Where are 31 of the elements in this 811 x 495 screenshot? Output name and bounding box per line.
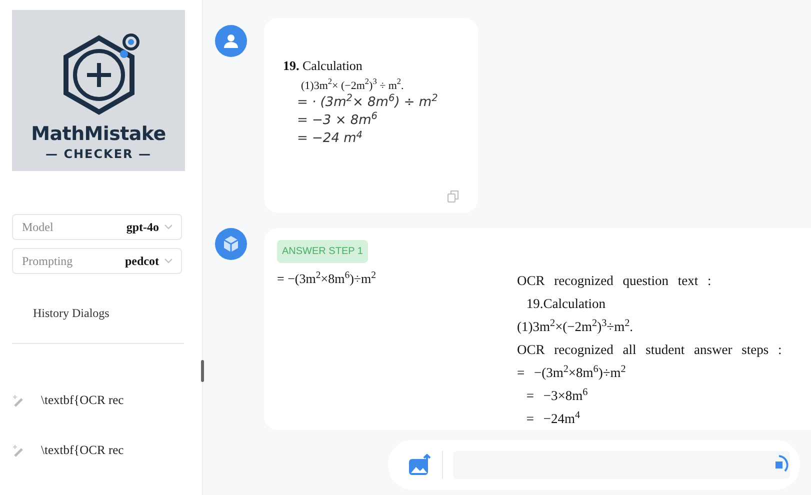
question-heading: 19. Calculation: [283, 57, 364, 75]
message-input[interactable]: [453, 451, 790, 479]
scrollbar-thumb[interactable]: [201, 360, 204, 382]
step-badge: ANSWER STEP 1: [277, 240, 368, 263]
copy-icon[interactable]: [447, 190, 459, 203]
ocr-text-line: OCR recognized question text :: [517, 272, 712, 290]
bot-avatar: [215, 228, 247, 260]
history-item[interactable]: \textbf{OCR rec: [0, 390, 202, 410]
ocr-text-line: = −24m$^{4}$: [525, 409, 582, 428]
question-text: (1)3m$^{2}$× (−2m$^{2}$)$^{3}$ ÷ m$^{2}$.: [301, 78, 405, 94]
user-avatar: [215, 25, 247, 57]
handwritten-step: = −3 × 8m$^{6}$: [297, 112, 464, 130]
ocr-text-line: = −(3m$^{2}$×8m$^{6}$)÷m$^{2}$: [517, 363, 627, 382]
ocr-text-line: = −3×8m$^{6}$: [525, 386, 589, 405]
logo-title: MathMistake: [31, 124, 166, 145]
history-title: History Dialogs: [33, 306, 110, 320]
chevron-icon: [164, 224, 173, 230]
handwritten-step: = · (3m$^{2}$× 8m$^{6}$) ÷ m$^{2}$: [297, 94, 464, 112]
magic-wand-icon: [12, 394, 26, 406]
select-field[interactable]: Prompting pedcot: [12, 248, 182, 274]
magic-wand-icon: [12, 444, 26, 456]
ocr-text-line: (1)3m$^{2}$×(−2m$^{2}$)$^{3}$÷m$^{2}$.: [517, 317, 634, 336]
handwritten-step: = −24 m$^{4}$: [297, 130, 464, 149]
select-field[interactable]: Model gpt-4o: [12, 214, 182, 240]
ocr-text-line: 19.Calculation: [525, 295, 606, 313]
logo-subtitle: — CHECKER —: [46, 146, 152, 163]
answer-step: = −(3m$^{2}$×8m$^{6}$)÷m$^{2}$: [277, 269, 517, 288]
chevron-icon: [164, 258, 173, 264]
image-upload-icon[interactable]: [408, 454, 432, 476]
ocr-text-line: OCR recognized all student answer steps :: [517, 341, 782, 359]
history-item[interactable]: \textbf{OCR rec: [0, 440, 202, 460]
